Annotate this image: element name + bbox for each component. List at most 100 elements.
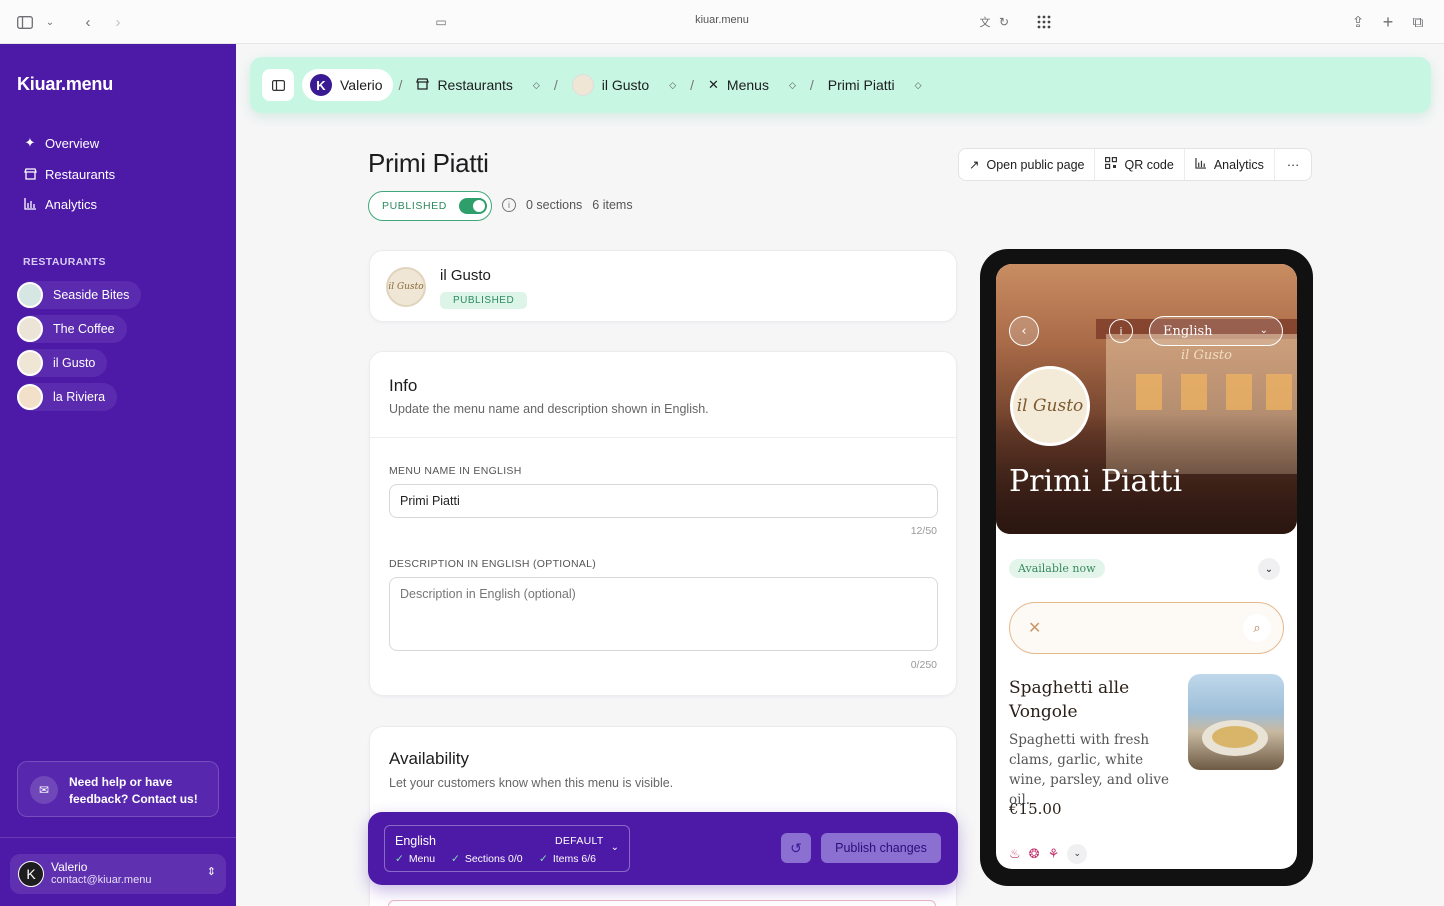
description-counter: 0/250 [910,659,937,671]
chevron-up-down-icon[interactable]: ◇ [533,80,540,91]
breadcrumb-restaurants[interactable]: Restaurants ◇ [408,69,547,101]
more-icon: ··· [1286,157,1300,172]
publish-status-toggle[interactable]: PUBLISHED [368,191,492,221]
check-icon: ✓ [539,853,548,865]
sidebar-divider [0,837,236,838]
check-label: Menu [408,853,436,865]
sidebar-restaurant-seaside-bites[interactable]: Seaside Bites [17,281,142,309]
menu-name-input[interactable] [389,484,938,518]
language-selector[interactable]: English DEFAULT ⌄ ✓ Menu ✓ Sections 0/0 ✓ I… [384,825,630,872]
address-bar[interactable]: kiuar.menu [620,14,824,26]
published-switch[interactable] [458,198,487,214]
sidebar-restaurant-la-riviera[interactable]: la Riviera [17,383,118,411]
bar-chart-icon [23,197,37,211]
preview-language-select[interactable]: English ⌄ [1149,316,1283,346]
chevron-down-icon: ⌄ [1259,325,1268,336]
check-icon: ✓ [451,853,460,865]
breadcrumb-current-menu[interactable]: Primi Piatti ◇ [820,69,930,101]
restaurant-logo: il Gusto [1010,366,1090,446]
dish-description: Spaghetti with fresh clams, garlic, whit… [1009,732,1169,808]
button-label: Open public page [986,157,1085,172]
user-menu[interactable]: K Valerio contact@kiuar.menu ⇕ [10,854,226,894]
back-icon[interactable]: ‹ [78,12,98,32]
restaurant-card[interactable]: il Gusto il Gusto PUBLISHED [369,250,957,322]
wheat-icon: ⚘ [1047,846,1060,862]
default-label: DEFAULT [555,835,604,847]
molluscs-icon: ❂ [1028,846,1040,862]
avatar: K [310,74,332,96]
back-icon[interactable]: ‹ [1009,316,1039,346]
avatar: K [18,861,44,887]
description-input[interactable] [389,577,938,651]
sidebar-restaurant-the-coffee[interactable]: The Coffee [17,315,127,343]
chevron-up-down-icon[interactable]: ◇ [789,80,796,91]
restaurant-avatar [17,350,43,376]
button-label: QR code [1124,157,1174,172]
mobile-preview: ‹ i English ⌄ il Gusto il Gusto Primi Pi… [980,249,1313,886]
browser-toolbar: ⌄ ‹ › ▭ kiuar.menu 文 ↻ ⇪ + ⧉ [0,0,1444,44]
app-logo[interactable]: Kiuar.menu [17,74,113,95]
preview-screen: ‹ i English ⌄ il Gusto il Gusto Primi Pi… [996,264,1297,869]
reset-changes-button[interactable]: ↺ [781,833,811,863]
sidebar-item-restaurants[interactable]: Restaurants [23,164,115,184]
store-icon [416,77,430,93]
translate-icon[interactable]: 文 [975,12,995,32]
breadcrumb-label: Restaurants [437,77,513,93]
info-card: Info Update the menu name and descriptio… [369,351,957,696]
search-icon[interactable]: ⌕ [1243,614,1271,642]
restaurant-avatar [571,74,594,96]
share-icon[interactable]: ⇪ [1348,12,1368,32]
new-tab-icon[interactable]: + [1378,12,1398,32]
store-icon [23,167,37,181]
sidebar-collapse-button[interactable] [262,69,294,101]
allergen-icons: ♨ ❂ ⚘ ⌄ [1009,844,1088,864]
breadcrumb-label: il Gusto [601,77,650,93]
availability-badge: Available now [1009,559,1105,578]
chevron-down-icon: ⌄ [610,842,619,853]
help-feedback-card[interactable]: ✉ Need help or have feedback? Contact us… [17,761,219,817]
open-public-page-button[interactable]: ↗ Open public page [959,149,1096,180]
info-icon[interactable]: i [502,198,516,212]
sidebar: Kiuar.menu ✦ Overview Restaurants Analyt… [0,44,236,906]
chevron-down-icon[interactable]: ⌄ [1258,558,1280,580]
breadcrumb-restaurant[interactable]: il Gusto ◇ [564,69,684,101]
restaurant-avatar [17,316,43,342]
apps-grid-icon[interactable] [1034,12,1054,32]
divider [370,437,956,438]
info-icon[interactable]: i [1109,319,1133,343]
sidebar-item-overview[interactable]: ✦ Overview [23,133,100,153]
reload-icon[interactable]: ↻ [994,12,1014,32]
chevron-down-icon[interactable]: ⌄ [1067,844,1088,864]
chevron-up-down-icon[interactable]: ◇ [669,80,676,91]
sidebar-restaurant-il-gusto[interactable]: il Gusto [17,349,108,377]
tabs-overview-icon[interactable]: ⧉ [1408,12,1428,32]
analytics-button[interactable]: Analytics [1185,149,1275,180]
breadcrumb-menus[interactable]: ✕ Menus ◇ [700,69,804,101]
chevron-up-down-icon: ⇕ [206,866,216,878]
menu-name-counter: 12/50 [910,525,937,537]
page-title: Primi Piatti [368,148,489,178]
qr-code-button[interactable]: QR code [1095,149,1185,180]
publish-changes-button[interactable]: Publish changes [821,833,941,863]
preview-hero: ‹ i English ⌄ il Gusto il Gusto Primi Pi… [996,264,1297,534]
status-badge: PUBLISHED [440,292,528,309]
dish-image[interactable] [1188,674,1284,770]
more-options-button[interactable]: ··· [1275,149,1311,180]
sidebar-item-analytics[interactable]: Analytics [23,194,97,214]
restaurant-name: la Riviera [53,390,106,404]
chevron-down-icon[interactable]: ⌄ [40,12,60,32]
sidebar-toggle-icon[interactable] [15,12,35,32]
check-items: ✓ Items 6/6 [539,853,596,865]
breadcrumb-user[interactable]: K Valerio [302,69,393,101]
user-name: Valerio [51,860,88,874]
chevron-up-down-icon[interactable]: ◇ [915,80,922,91]
card-subtitle: Update the menu name and description sho… [389,402,709,416]
dish-price: €15.00 [1009,800,1062,818]
forward-icon[interactable]: › [108,12,128,32]
restaurant-avatar [17,384,43,410]
preview-search[interactable]: ✕ ⌕ [1009,602,1284,654]
mail-icon: ✉ [30,776,58,804]
button-label: Analytics [1213,157,1264,172]
language-name: English [1163,323,1213,339]
reader-icon[interactable]: ▭ [431,12,451,32]
